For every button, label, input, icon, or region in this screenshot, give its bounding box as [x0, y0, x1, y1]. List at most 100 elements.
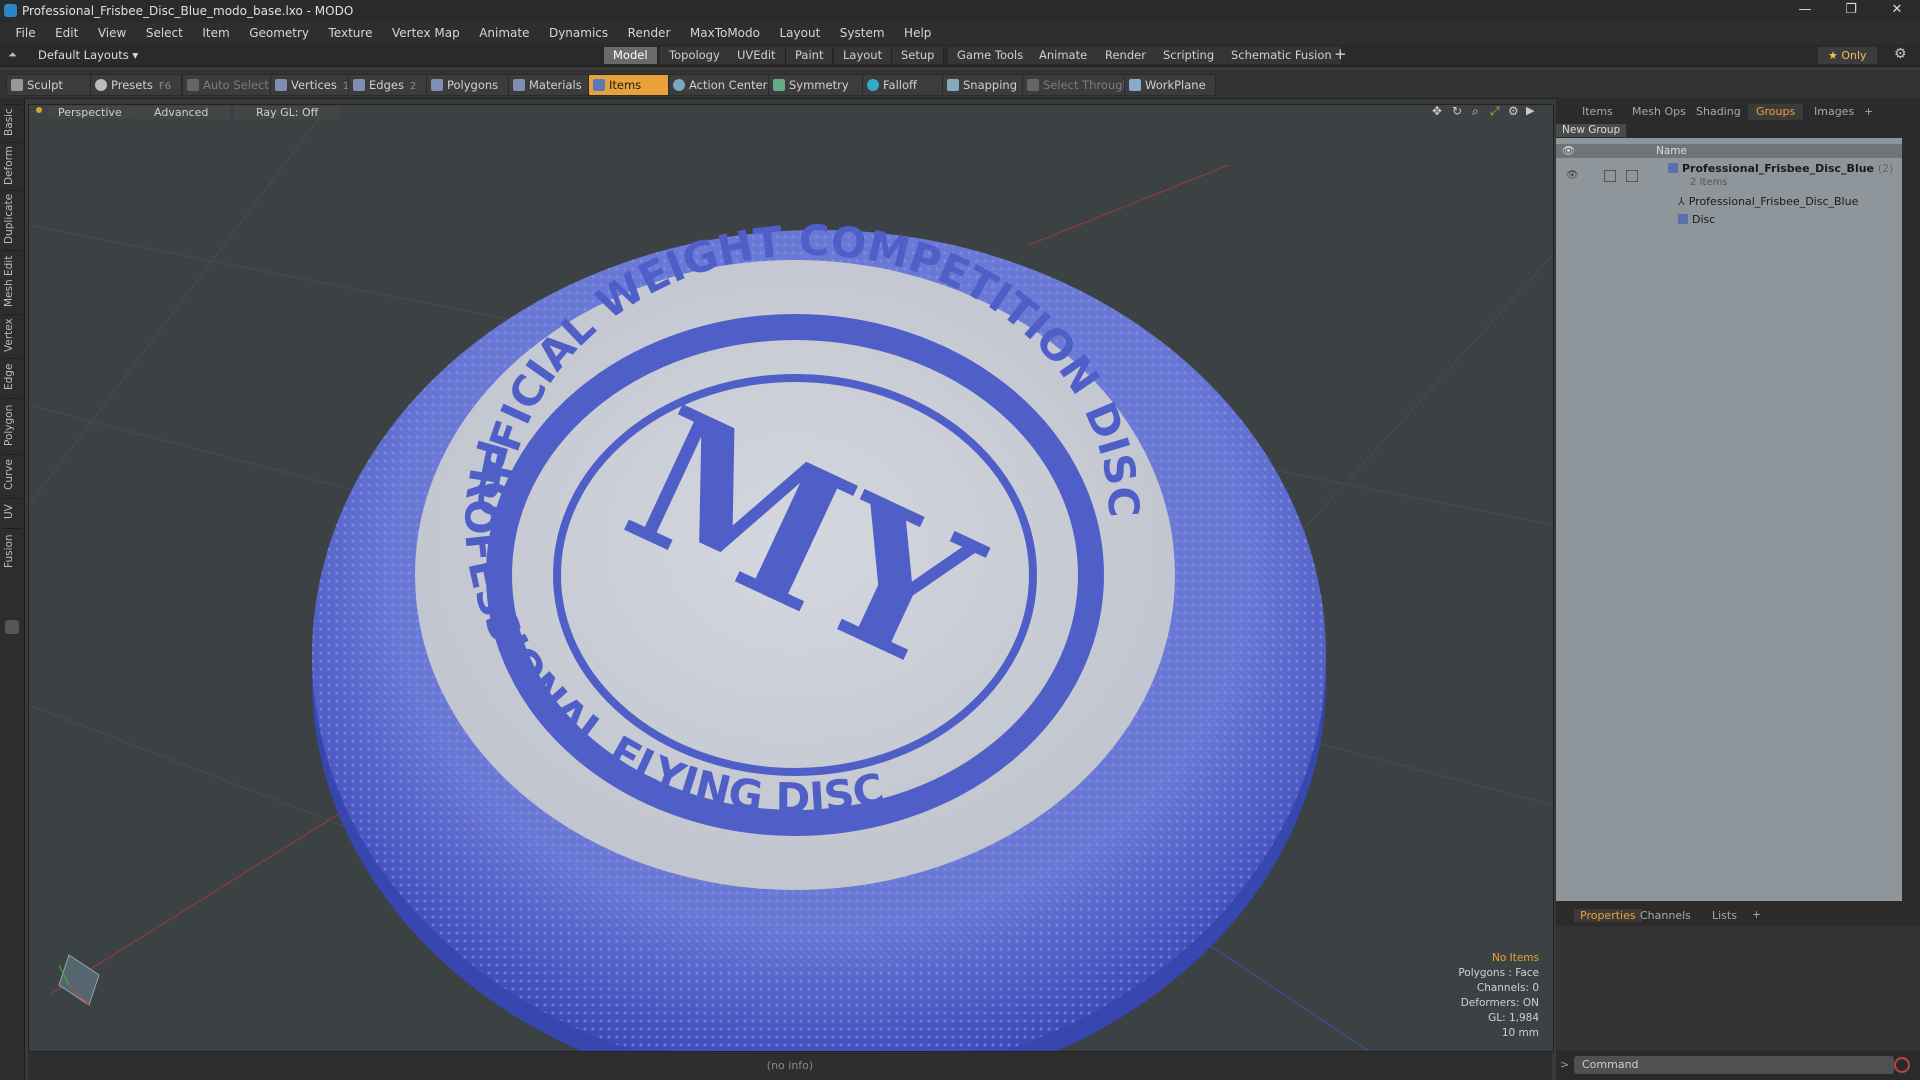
- tab-render[interactable]: Render: [1096, 47, 1156, 64]
- tab-add-bottom[interactable]: +: [1752, 908, 1761, 921]
- only-toggle[interactable]: ★ Only: [1818, 47, 1877, 64]
- action-center-button[interactable]: Action Center: [668, 74, 776, 96]
- menu-view[interactable]: View: [90, 22, 134, 44]
- vtab-polygon[interactable]: Polygon: [3, 398, 21, 451]
- tab-schematic-fusion[interactable]: Schematic Fusion: [1222, 47, 1342, 64]
- collapse-tabs-button[interactable]: [5, 620, 19, 634]
- minimize-button[interactable]: —: [1782, 0, 1828, 22]
- group-visibility-icon[interactable]: 👁: [1566, 170, 1579, 181]
- tab-animate[interactable]: Animate: [1030, 47, 1098, 64]
- layout-toggle-icon[interactable]: ⏶: [8, 48, 17, 62]
- command-input[interactable]: Command: [1574, 1056, 1894, 1074]
- group-list[interactable]: [1556, 138, 1902, 901]
- materials-label: Materials: [529, 78, 582, 92]
- maximize-icon[interactable]: ⤢: [1490, 104, 1500, 119]
- tab-layout[interactable]: Layout: [834, 47, 893, 64]
- status-channels: Channels: 0: [1476, 982, 1539, 994]
- add-tab-icon[interactable]: +: [1334, 45, 1347, 63]
- vertices-button[interactable]: Vertices 1: [270, 74, 356, 96]
- menu-geometry[interactable]: Geometry: [241, 22, 317, 44]
- group-lock-checkbox[interactable]: [1604, 170, 1616, 182]
- tab-mesh-ops[interactable]: Mesh Ops: [1624, 104, 1694, 120]
- raygl-button[interactable]: Ray GL: Off: [234, 106, 341, 119]
- tab-lists[interactable]: Lists: [1712, 909, 1737, 922]
- group-child-row[interactable]: Disc: [1678, 213, 1715, 226]
- tab-add[interactable]: +: [1856, 104, 1881, 120]
- workplane-button[interactable]: WorkPlane: [1124, 74, 1216, 96]
- tab-shading[interactable]: Shading: [1688, 104, 1749, 120]
- menu-file[interactable]: File: [8, 22, 44, 44]
- group-select-checkbox[interactable]: [1626, 170, 1638, 182]
- tab-scripting[interactable]: Scripting: [1154, 47, 1225, 64]
- menu-maxtomodo[interactable]: MaxToModo: [682, 22, 768, 44]
- group-item-row[interactable]: Professional_Frisbee_Disc_Blue (2): [1668, 162, 1893, 175]
- tab-uvedit[interactable]: UVEdit: [728, 47, 786, 64]
- shading-mode-button[interactable]: Advanced: [132, 106, 231, 119]
- status-units: 10 mm: [1501, 1027, 1539, 1039]
- close-button[interactable]: ✕: [1874, 0, 1920, 22]
- presets-label: Presets: [111, 78, 153, 92]
- materials-button[interactable]: Materials: [508, 74, 592, 96]
- menu-animate[interactable]: Animate: [471, 22, 537, 44]
- menu-system[interactable]: System: [832, 22, 893, 44]
- 3d-viewport[interactable]: OFFICIAL WEIGHT COMPETITION DISC PROFESS…: [28, 104, 1554, 1052]
- symmetry-label: Symmetry: [789, 78, 849, 92]
- tab-items[interactable]: Items: [1574, 104, 1621, 120]
- polygons-button[interactable]: Polygons: [426, 74, 510, 96]
- group-subtitle: 2 Items: [1690, 177, 1728, 188]
- viewport-menu-arrow-icon[interactable]: ▶: [1526, 104, 1534, 117]
- vtab-edge[interactable]: Edge: [3, 358, 21, 395]
- menu-edit[interactable]: Edit: [47, 22, 86, 44]
- menu-item[interactable]: Item: [194, 22, 237, 44]
- symmetry-button[interactable]: Symmetry: [768, 74, 864, 96]
- tab-setup[interactable]: Setup: [892, 47, 945, 64]
- vtab-mesh-edit[interactable]: Mesh Edit: [3, 250, 21, 311]
- sculpt-button[interactable]: Sculpt: [6, 74, 98, 96]
- new-group-button[interactable]: New Group: [1556, 124, 1627, 137]
- vtab-duplicate[interactable]: Duplicate: [3, 190, 21, 247]
- tab-channels[interactable]: Channels: [1640, 909, 1691, 922]
- vtab-fusion[interactable]: Fusion: [3, 528, 21, 573]
- tab-model[interactable]: Model: [604, 47, 658, 64]
- vtab-curve[interactable]: Curve: [3, 454, 21, 495]
- viewport-scene: OFFICIAL WEIGHT COMPETITION DISC PROFESS…: [29, 105, 1553, 1051]
- tab-game-tools[interactable]: Game Tools: [948, 47, 1034, 64]
- tab-properties[interactable]: Properties: [1574, 909, 1642, 922]
- settings-gear-icon[interactable]: ⚙: [1894, 46, 1907, 62]
- menu-dynamics[interactable]: Dynamics: [541, 22, 616, 44]
- properties-tabs: Properties Channels Lists +: [1556, 906, 1920, 926]
- tab-paint[interactable]: Paint: [786, 47, 834, 64]
- layout-preset-dropdown[interactable]: Default Layouts ▾: [38, 48, 138, 62]
- pan-icon[interactable]: ✥: [1432, 104, 1442, 118]
- menu-vertex-map[interactable]: Vertex Map: [384, 22, 468, 44]
- restore-button[interactable]: ❐: [1828, 0, 1874, 22]
- view-type-button[interactable]: Perspective: [48, 106, 132, 119]
- zoom-icon[interactable]: ⌕: [1472, 104, 1479, 119]
- auto-select-button[interactable]: Auto Select: [182, 74, 278, 96]
- menu-texture[interactable]: Texture: [321, 22, 381, 44]
- vtab-uv[interactable]: UV: [3, 498, 21, 525]
- tab-images[interactable]: Images: [1806, 104, 1862, 120]
- viewport-settings-icon[interactable]: ⚙: [1508, 104, 1519, 118]
- snapping-button[interactable]: Snapping: [942, 74, 1028, 96]
- vtab-deform[interactable]: Deform: [3, 142, 21, 187]
- menu-help[interactable]: Help: [896, 22, 939, 44]
- locator-icon: ⅄: [1678, 195, 1685, 208]
- command-history-icon[interactable]: [1894, 1057, 1910, 1073]
- items-button[interactable]: Items: [588, 74, 672, 96]
- tab-topology[interactable]: Topology: [660, 47, 730, 64]
- vtab-basic[interactable]: Basic: [3, 104, 21, 139]
- rotate-icon[interactable]: ↻: [1452, 104, 1462, 118]
- falloff-button[interactable]: Falloff: [862, 74, 946, 96]
- menu-render[interactable]: Render: [620, 22, 679, 44]
- tab-groups[interactable]: Groups: [1748, 104, 1804, 120]
- left-tool-tabs: Basic Deform Duplicate Mesh Edit Vertex …: [0, 98, 25, 1080]
- menu-select[interactable]: Select: [138, 22, 191, 44]
- menu-layout[interactable]: Layout: [772, 22, 829, 44]
- edges-button[interactable]: Edges 2: [348, 74, 434, 96]
- vtab-vertex[interactable]: Vertex: [3, 314, 21, 355]
- presets-button[interactable]: Presets F6: [90, 74, 182, 96]
- group-child-row[interactable]: ⅄ Professional_Frisbee_Disc_Blue: [1678, 195, 1858, 208]
- select-through-button[interactable]: Select Through: [1022, 74, 1130, 96]
- polygons-icon: [431, 79, 443, 91]
